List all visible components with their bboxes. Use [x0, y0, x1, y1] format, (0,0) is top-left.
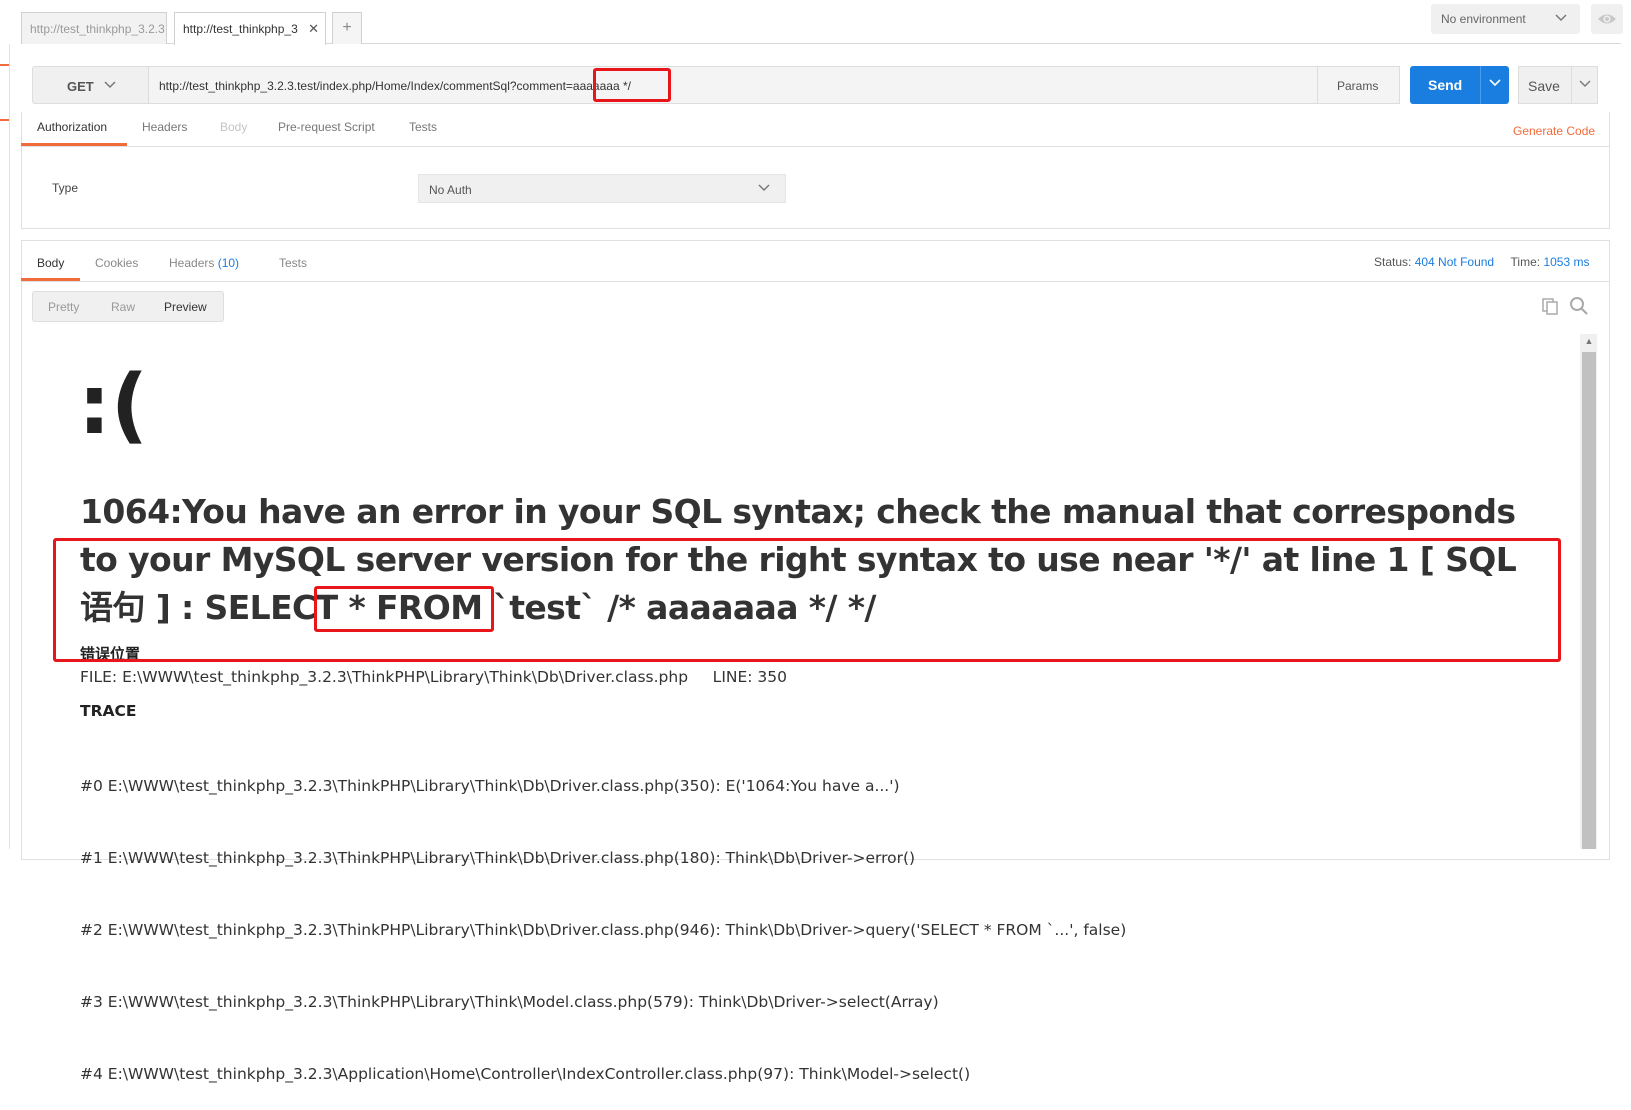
time-label: Time: — [1510, 255, 1541, 269]
chevron-down-icon — [103, 78, 117, 95]
response-status: Status: 404 Not Found Time: 1053 ms — [1374, 255, 1589, 269]
tab-response-body[interactable]: Body — [37, 256, 64, 270]
scroll-up-arrow-icon[interactable]: ▲ — [1582, 336, 1596, 348]
sidebar-edge — [9, 44, 10, 849]
tabs-divider — [21, 146, 1610, 147]
tab-response-headers-label: Headers — [169, 256, 215, 270]
copy-icon[interactable] — [1541, 297, 1559, 315]
tab-response-tests[interactable]: Tests — [279, 256, 307, 270]
tab-body[interactable]: Body — [220, 120, 247, 134]
generate-code-link[interactable]: Generate Code — [1513, 124, 1595, 138]
chevron-down-icon — [757, 181, 771, 198]
time-value: 1053 ms — [1543, 255, 1590, 269]
tab-pre-request-script[interactable]: Pre-request Script — [278, 120, 375, 134]
sad-face: :( — [78, 358, 149, 453]
request-config-panel — [21, 112, 1610, 229]
request-tab[interactable]: http://test_thinkphp_3.2.3 — [21, 12, 167, 44]
trace-heading: TRACE — [80, 702, 137, 720]
sidebar-accent — [0, 64, 9, 66]
request-tab-label: http://test_thinkphp_3 — [183, 22, 298, 36]
trace-line: #0 E:\WWW\test_thinkphp_3.2.3\ThinkPHP\L… — [80, 777, 900, 795]
close-icon[interactable]: ✕ — [308, 21, 319, 37]
view-mode-raw[interactable]: Raw — [111, 300, 135, 314]
tab-tests[interactable]: Tests — [409, 120, 437, 134]
headers-count: (10) — [217, 256, 240, 270]
send-dropdown-button[interactable] — [1480, 66, 1509, 104]
trace-line: #2 E:\WWW\test_thinkphp_3.2.3\ThinkPHP\L… — [80, 921, 1127, 939]
tab-authorization[interactable]: Authorization — [37, 120, 107, 134]
search-icon[interactable] — [1569, 296, 1589, 316]
trace-line: #1 E:\WWW\test_thinkphp_3.2.3\ThinkPHP\L… — [80, 849, 916, 867]
new-tab-button[interactable]: + — [332, 12, 362, 44]
params-button[interactable]: Params — [1318, 66, 1400, 104]
tab-response-headers[interactable]: Headers (10) — [169, 256, 239, 270]
auth-type-label: Type — [52, 181, 79, 195]
environment-select[interactable]: No environment — [1431, 4, 1580, 34]
eye-icon[interactable] — [1591, 4, 1623, 34]
request-tab-active[interactable]: http://test_thinkphp_3 ✕ — [174, 12, 326, 45]
view-mode-pretty[interactable]: Pretty — [48, 300, 79, 314]
auth-type-value: No Auth — [429, 183, 472, 197]
annotation-box-payload — [314, 586, 494, 632]
sidebar-accent — [0, 119, 9, 121]
status-label: Status: — [1374, 255, 1412, 269]
method-select[interactable]: GET — [32, 66, 148, 104]
annotation-box-url — [593, 68, 671, 102]
save-button[interactable]: Save — [1518, 66, 1572, 104]
save-dropdown-button[interactable] — [1572, 66, 1598, 104]
method-value: GET — [67, 79, 94, 94]
chevron-down-icon — [1554, 11, 1568, 28]
trace-line: #4 E:\WWW\test_thinkphp_3.2.3\Applicatio… — [80, 1065, 971, 1083]
tabs-divider — [21, 281, 1610, 282]
send-button[interactable]: Send — [1410, 66, 1480, 104]
annotation-box-error — [53, 538, 1561, 662]
tab-headers[interactable]: Headers — [142, 120, 187, 134]
scrollbar-thumb[interactable] — [1582, 352, 1596, 849]
trace-line: #3 E:\WWW\test_thinkphp_3.2.3\ThinkPHP\L… — [80, 993, 939, 1011]
error-file-line: FILE: E:\WWW\test_thinkphp_3.2.3\ThinkPH… — [80, 668, 788, 686]
trace-list: #0 E:\WWW\test_thinkphp_3.2.3\ThinkPHP\L… — [80, 726, 1126, 1110]
status-value: 404 Not Found — [1414, 255, 1495, 269]
auth-type-select[interactable]: No Auth — [418, 174, 786, 203]
request-tab-label: http://test_thinkphp_3.2.3 — [30, 22, 165, 36]
view-mode-preview[interactable]: Preview — [164, 300, 207, 314]
url-input[interactable]: http://test_thinkphp_3.2.3.test/index.ph… — [148, 66, 1318, 104]
environment-select-value: No environment — [1441, 12, 1526, 26]
tab-cookies[interactable]: Cookies — [95, 256, 138, 270]
